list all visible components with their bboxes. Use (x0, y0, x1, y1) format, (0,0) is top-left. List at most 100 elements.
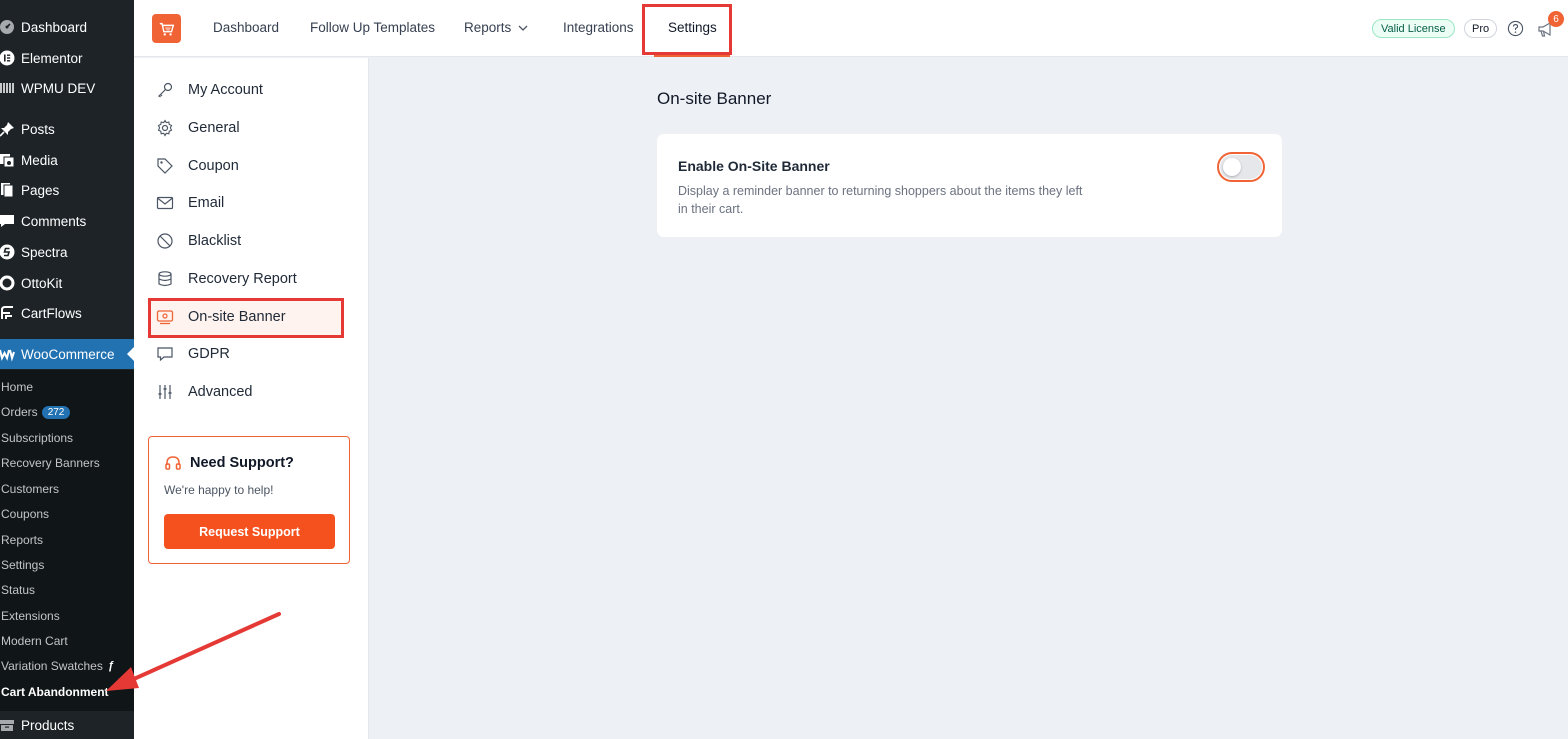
toggle-knob (1223, 158, 1241, 176)
on-site-banner-setting-card: Enable On-Site Banner Display a reminder… (656, 133, 1283, 238)
settings-sidebar: My Account General Coupon Email Blacklis… (134, 58, 369, 739)
settings-item-my-account[interactable]: My Account (156, 75, 263, 105)
database-icon (156, 270, 174, 288)
help-icon[interactable] (1507, 20, 1524, 37)
wc-sub-recovery-banners[interactable]: Recovery Banners (1, 456, 100, 470)
wc-sub-label: Variation Swatches (1, 659, 103, 673)
setting-description: Display a reminder banner to returning s… (678, 184, 1083, 216)
settings-item-label: My Account (188, 82, 263, 98)
support-card: Need Support? We're happy to help! Reque… (148, 436, 350, 564)
wp-menu-cartflows[interactable]: CartFlows (0, 298, 134, 328)
wc-sub-settings[interactable]: Settings (1, 558, 44, 572)
wc-sub-coupons[interactable]: Coupons (1, 507, 49, 521)
wp-menu-spectra[interactable]: Spectra (0, 237, 134, 267)
nav-reports-label: Reports (464, 20, 512, 35)
wp-menu-label: Posts (21, 121, 55, 137)
wc-sub-cart-abandonment[interactable]: Cart Abandonment (1, 685, 109, 699)
settings-item-label: Coupon (188, 158, 239, 174)
wp-menu-label: Comments (21, 213, 87, 229)
wp-menu-label: WPMU DEV (21, 80, 96, 96)
settings-item-label: On-site Banner (188, 309, 286, 325)
setting-label: Enable On-Site Banner (678, 158, 830, 174)
media-icon (0, 152, 15, 168)
enable-banner-toggle[interactable] (1220, 155, 1262, 179)
gear-icon (156, 119, 174, 137)
settings-item-on-site-banner[interactable]: On-site Banner (156, 302, 286, 332)
wc-sub-modern-cart[interactable]: Modern Cart (1, 634, 68, 648)
chevron-down-icon (518, 25, 528, 31)
nav-follow-up-templates[interactable]: Follow Up Templates (310, 20, 435, 35)
wc-sub-variation-swatches[interactable]: Variation Swatches ƒ (1, 659, 114, 673)
wp-menu-label: Spectra (21, 244, 68, 260)
envelope-icon (156, 194, 174, 212)
nav-settings[interactable]: Settings (668, 20, 717, 35)
banner-icon (156, 308, 174, 326)
settings-item-label: Advanced (188, 384, 253, 400)
settings-item-label: GDPR (188, 346, 230, 362)
wp-menu-label: CartFlows (21, 305, 82, 321)
settings-item-recovery-report[interactable]: Recovery Report (156, 264, 297, 294)
wp-menu-elementor[interactable]: Elementor (0, 43, 134, 73)
block-icon (156, 232, 174, 250)
wp-menu-dashboard[interactable]: Dashboard (0, 12, 134, 42)
wp-menu-posts[interactable]: Posts (0, 114, 134, 144)
wp-menu-label: Media (21, 152, 58, 168)
wp-menu-ottokit[interactable]: OttoKit (0, 268, 134, 298)
elementor-icon (0, 50, 15, 66)
plugin-header: Dashboard Follow Up Templates Reports In… (134, 0, 1568, 57)
wp-menu-label: Dashboard (21, 19, 88, 35)
settings-item-label: Email (188, 195, 225, 211)
wp-menu-label: OttoKit (21, 275, 63, 291)
wc-sub-subscriptions[interactable]: Subscriptions (1, 431, 73, 445)
settings-item-general[interactable]: General (156, 113, 240, 143)
wpmudev-icon (0, 80, 15, 96)
wp-menu-label: Products (21, 717, 75, 733)
wc-sub-label: Orders (1, 405, 38, 419)
wc-sub-home[interactable]: Home (1, 380, 33, 394)
wp-menu-pages[interactable]: Pages (0, 175, 134, 205)
settings-item-blacklist[interactable]: Blacklist (156, 226, 241, 256)
wp-menu-woocommerce[interactable]: WooCommerce (0, 339, 135, 369)
settings-item-email[interactable]: Email (156, 188, 224, 218)
page-title: On-site Banner (657, 89, 772, 108)
support-title-text: Need Support? (190, 455, 294, 471)
wc-sub-customers[interactable]: Customers (1, 482, 59, 496)
pin-icon (0, 121, 15, 137)
wp-menu-media[interactable]: Media (0, 145, 134, 175)
support-subtitle: We're happy to help! (164, 483, 274, 497)
cart-logo-icon[interactable] (152, 14, 181, 43)
dashboard-icon (0, 19, 15, 35)
settings-item-coupon[interactable]: Coupon (156, 151, 239, 181)
wp-menu-comments[interactable]: Comments (0, 206, 134, 236)
settings-item-label: Recovery Report (188, 271, 297, 287)
tag-icon (156, 157, 174, 175)
wc-sub-extensions[interactable]: Extensions (1, 609, 60, 623)
nav-dashboard[interactable]: Dashboard (213, 20, 279, 35)
sliders-icon (156, 383, 174, 401)
key-icon (156, 81, 174, 99)
plan-badge: Pro (1464, 19, 1498, 38)
orders-count-badge: 272 (41, 405, 71, 419)
wc-sub-reports[interactable]: Reports (1, 533, 43, 547)
wp-menu-wpmudev[interactable]: WPMU DEV (0, 73, 134, 103)
wc-sub-orders[interactable]: Orders 272 (1, 405, 71, 419)
notification-count-badge: 6 (1548, 11, 1564, 27)
archive-icon (0, 717, 15, 733)
settings-item-advanced[interactable]: Advanced (156, 377, 253, 407)
wc-sub-status[interactable]: Status (1, 583, 35, 597)
woocommerce-icon (0, 346, 15, 362)
pages-icon (0, 182, 15, 198)
spectra-icon (0, 244, 15, 260)
chat-bubble-icon (156, 345, 174, 363)
settings-item-label: General (188, 120, 240, 136)
wp-menu-label: Pages (21, 182, 60, 198)
request-support-button[interactable]: Request Support (164, 514, 335, 549)
headset-icon (165, 456, 181, 470)
nav-integrations[interactable]: Integrations (563, 20, 634, 35)
wp-menu-label: Elementor (21, 50, 83, 66)
wp-menu-products[interactable]: Products (0, 710, 134, 739)
nav-reports[interactable]: Reports (464, 20, 529, 35)
wp-menu-label: WooCommerce (21, 346, 115, 362)
support-title: Need Support? (164, 454, 294, 472)
settings-item-gdpr[interactable]: GDPR (156, 339, 230, 369)
